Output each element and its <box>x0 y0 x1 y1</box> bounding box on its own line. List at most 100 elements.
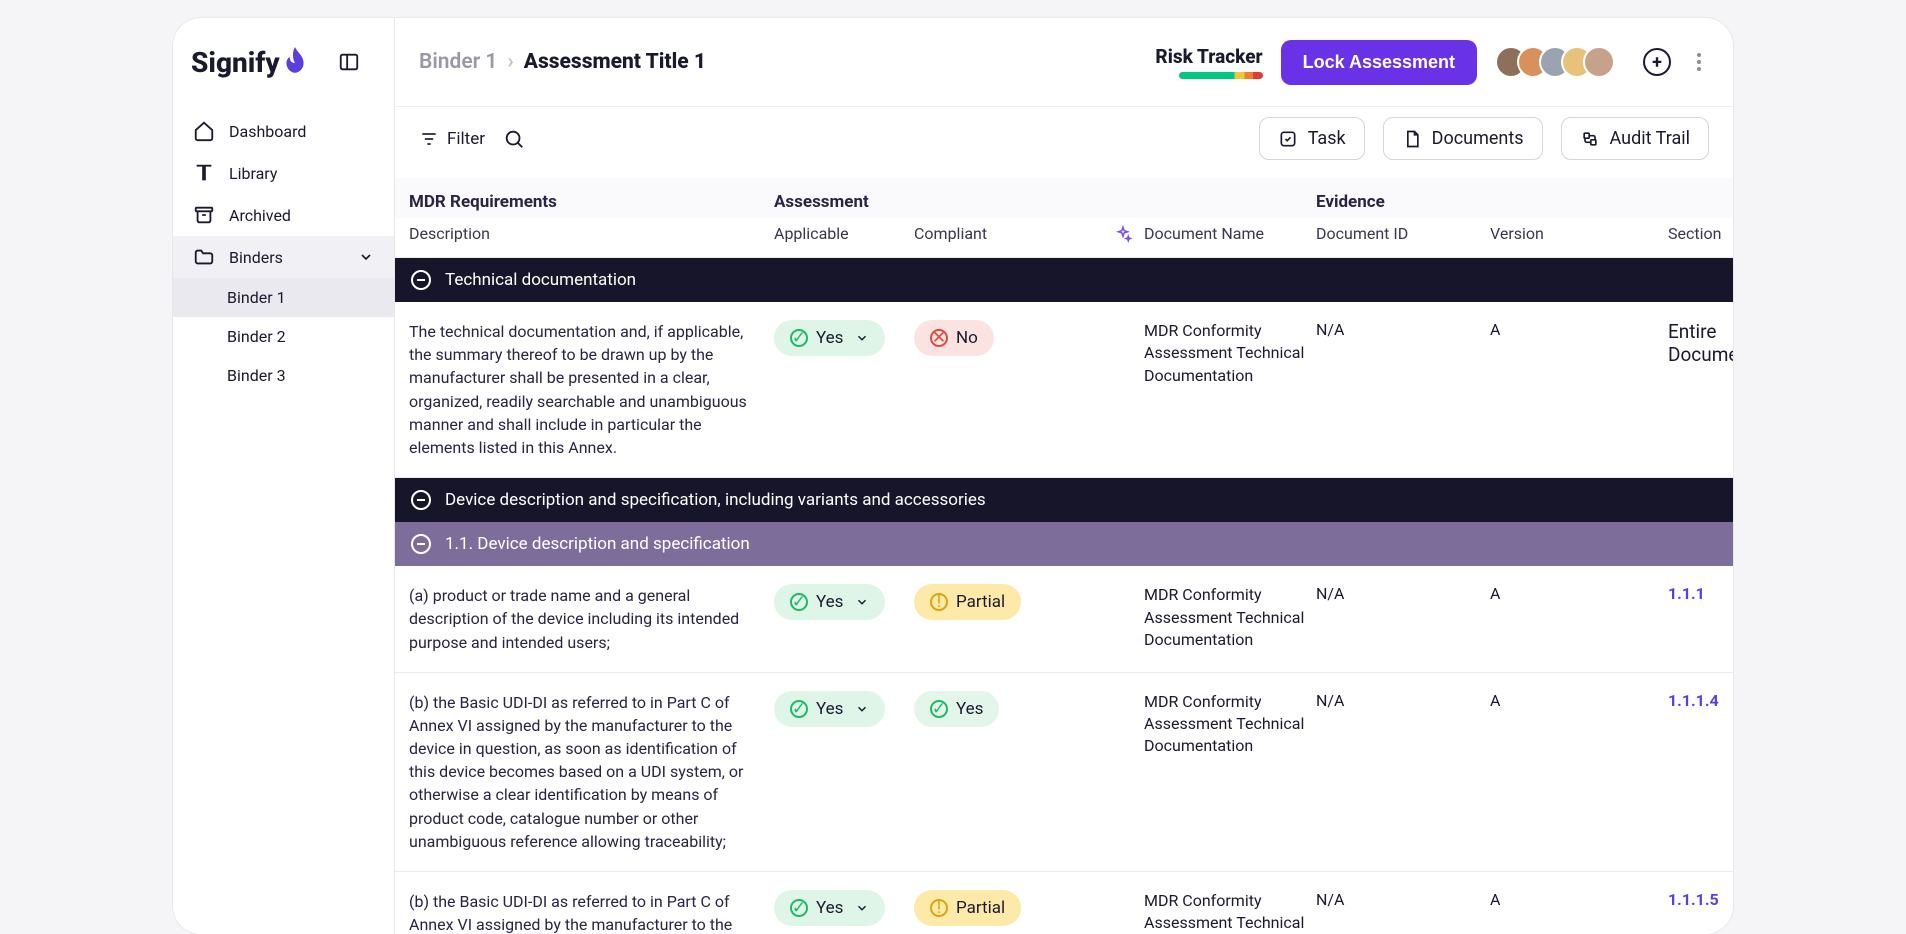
chevron-down-icon <box>855 595 869 609</box>
breadcrumb-current: Assessment Title 1 <box>524 50 706 74</box>
applicable-chip[interactable]: ✓Yes <box>774 691 885 727</box>
nav-archived[interactable]: Archived <box>173 194 394 236</box>
col-compliant: Compliant <box>914 224 1144 243</box>
task-button[interactable]: Task <box>1259 117 1365 160</box>
nav-binders-group[interactable]: Binders <box>173 236 394 278</box>
applicable-chip[interactable]: ✓ Yes <box>774 320 885 356</box>
more-menu-button[interactable] <box>1689 53 1709 71</box>
chevron-down-icon <box>855 901 869 915</box>
avatar[interactable] <box>1583 46 1615 78</box>
risk-tracker-bar <box>1179 72 1263 79</box>
cell-doc-id: N/A <box>1316 691 1490 710</box>
section-title: Technical documentation <box>445 270 636 290</box>
cell-section-link[interactable]: 1.1.1.4 <box>1668 691 1719 710</box>
cell-version: A <box>1490 320 1668 339</box>
breadcrumb: Binder 1 › Assessment Title 1 <box>419 50 706 74</box>
sidebar-binder-3[interactable]: Binder 3 <box>173 356 394 395</box>
applicable-chip[interactable]: ✓Yes <box>774 584 885 620</box>
main: Binder 1 › Assessment Title 1 Risk Track… <box>395 18 1733 934</box>
lock-assessment-button[interactable]: Lock Assessment <box>1281 40 1477 85</box>
logo-text: Signify <box>191 46 280 79</box>
nav-label: Library <box>229 164 277 183</box>
chevron-down-icon <box>855 702 869 716</box>
cell-section-link[interactable]: 1.1.1 <box>1668 584 1719 603</box>
audit-icon <box>1580 129 1600 149</box>
col-version: Version <box>1490 224 1668 243</box>
panel-toggle-icon[interactable] <box>338 51 360 73</box>
compliant-chip[interactable]: !Partial <box>914 584 1021 620</box>
collapse-icon <box>411 270 431 290</box>
check-circle-icon: ✓ <box>790 593 808 611</box>
col-group-evidence: Evidence <box>1316 192 1490 212</box>
folder-icon <box>193 246 215 268</box>
collapse-icon <box>411 490 431 510</box>
compliant-chip[interactable]: !Partial <box>914 890 1021 926</box>
subsection-header[interactable]: 1.1. Device description and specificatio… <box>395 522 1733 566</box>
audit-trail-button[interactable]: Audit Trail <box>1561 117 1709 160</box>
col-doc-id: Document ID <box>1316 224 1490 243</box>
cell-doc-name: MDR Conformity Assessment Technical Docu… <box>1144 320 1316 387</box>
search-icon[interactable] <box>503 128 525 150</box>
chevron-down-icon <box>855 331 869 345</box>
sidebar-binder-2[interactable]: Binder 2 <box>173 317 394 356</box>
cell-version: A <box>1490 584 1668 603</box>
risk-tracker[interactable]: Risk Tracker <box>1155 45 1262 79</box>
table-row: (a) product or trade name and a general … <box>395 566 1733 673</box>
section-header[interactable]: Technical documentation <box>395 258 1733 302</box>
alert-circle-icon: ! <box>930 899 948 917</box>
check-circle-icon: ✓ <box>790 899 808 917</box>
check-circle-icon: ✓ <box>790 329 808 347</box>
cell-doc-id: N/A <box>1316 890 1490 909</box>
cell-description: The technical documentation and, if appl… <box>409 320 774 459</box>
add-collaborator-button[interactable]: + <box>1643 48 1671 76</box>
x-circle-icon: ✕ <box>930 329 948 347</box>
table-row: The technical documentation and, if appl… <box>395 302 1733 478</box>
toolbar: Filter Task Documents Audit Trail <box>395 106 1733 178</box>
nav-label: Dashboard <box>229 122 306 141</box>
collaborator-avatars <box>1495 46 1615 78</box>
documents-button[interactable]: Documents <box>1383 117 1543 160</box>
cell-version: A <box>1490 691 1668 710</box>
cell-doc-name: MDR Conformity Assessment Technical Docu… <box>1144 890 1316 934</box>
breadcrumb-separator: › <box>507 50 513 74</box>
check-circle-icon: ✓ <box>790 700 808 718</box>
logo: Signify <box>191 46 308 79</box>
sidebar-binder-1[interactable]: Binder 1 <box>173 278 394 317</box>
cell-description: (b) the Basic UDI-DI as referred to in P… <box>409 890 774 934</box>
breadcrumb-parent[interactable]: Binder 1 <box>419 50 497 74</box>
nav-library[interactable]: Library <box>173 152 394 194</box>
filter-button[interactable]: Filter <box>419 129 485 149</box>
applicable-chip[interactable]: ✓Yes <box>774 890 885 926</box>
compliant-chip[interactable]: ✕ No <box>914 320 994 356</box>
chevron-down-icon <box>358 249 374 265</box>
col-description: Description <box>409 224 774 243</box>
home-icon <box>193 120 215 142</box>
compliant-chip[interactable]: ✓Yes <box>914 691 999 727</box>
archive-icon <box>193 204 215 226</box>
col-applicable: Applicable <box>774 224 914 243</box>
sparkle-icon[interactable] <box>1114 225 1132 243</box>
cell-doc-id: N/A <box>1316 320 1490 339</box>
cell-description: (a) product or trade name and a general … <box>409 584 774 654</box>
sidebar-top: Signify <box>173 18 394 106</box>
nav-dashboard[interactable]: Dashboard <box>173 110 394 152</box>
table-row: (b) the Basic UDI-DI as referred to in P… <box>395 673 1733 872</box>
cell-section-link[interactable]: 1.1.1.5 <box>1668 890 1719 909</box>
topbar: Binder 1 › Assessment Title 1 Risk Track… <box>395 18 1733 106</box>
sidebar: Signify Dashboard Library Archived Binde… <box>173 18 395 934</box>
cell-doc-id: N/A <box>1316 584 1490 603</box>
col-group-assessment: Assessment <box>774 192 1144 212</box>
cell-doc-name: MDR Conformity Assessment Technical Docu… <box>1144 691 1316 758</box>
section-header[interactable]: Device description and specification, in… <box>395 478 1733 522</box>
cell-version: A <box>1490 890 1668 909</box>
col-group-requirements: MDR Requirements <box>409 192 774 212</box>
cell-section: Entire Document <box>1668 320 1733 366</box>
app-window: Signify Dashboard Library Archived Binde… <box>173 18 1733 934</box>
nav-list: Dashboard Library Archived Binders Binde… <box>173 106 394 395</box>
table-header-columns: Description Applicable Compliant Documen… <box>395 218 1733 258</box>
section-title: Device description and specification, in… <box>445 490 986 510</box>
table-header-groups: MDR Requirements Assessment Evidence <box>395 178 1733 218</box>
col-section: Section <box>1668 224 1733 243</box>
collapse-icon <box>411 534 431 554</box>
task-icon <box>1278 129 1298 149</box>
